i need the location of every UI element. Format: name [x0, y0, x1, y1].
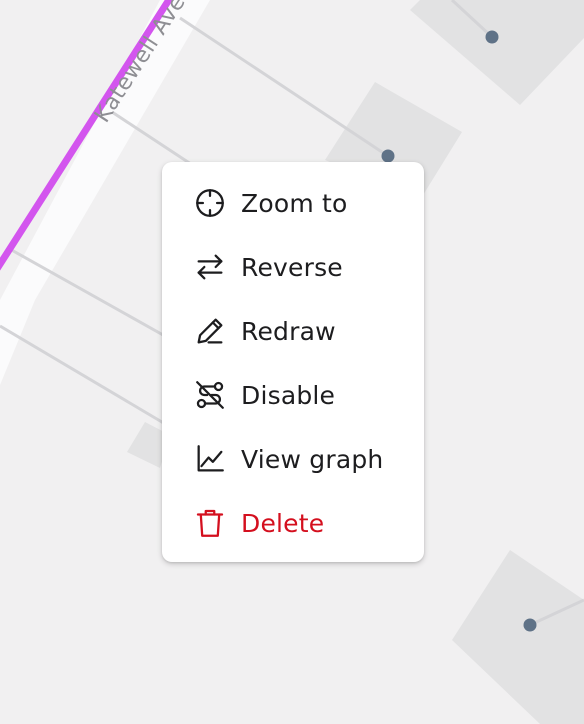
menu-item-label: Redraw	[241, 316, 336, 346]
menu-item-label: Zoom to	[241, 188, 348, 218]
map-node[interactable]	[523, 618, 537, 632]
connection-line	[0, 324, 173, 430]
menu-item-view-graph[interactable]: View graph	[162, 427, 424, 491]
menu-item-disable[interactable]: Disable	[162, 363, 424, 427]
menu-item-label: Disable	[241, 380, 336, 410]
menu-item-label: View graph	[241, 444, 384, 474]
building	[452, 550, 584, 724]
map-canvas[interactable]: Katewell Ave Zoom to Reverse Redraw Disa…	[0, 0, 584, 724]
line-chart-icon	[193, 442, 227, 476]
building	[410, 0, 584, 105]
menu-item-delete[interactable]: Delete	[162, 491, 424, 555]
map-node[interactable]	[485, 30, 499, 44]
map-node[interactable]	[381, 149, 395, 163]
menu-item-label: Delete	[241, 508, 325, 538]
context-menu: Zoom to Reverse Redraw Disable View grap…	[162, 162, 424, 562]
swap-arrows-icon	[193, 250, 227, 284]
crosshair-icon	[193, 186, 227, 220]
pencil-icon	[193, 314, 227, 348]
connection-line	[179, 16, 389, 158]
menu-item-reverse[interactable]: Reverse	[162, 235, 424, 299]
route-off-icon	[193, 378, 227, 412]
menu-item-label: Reverse	[241, 252, 343, 282]
menu-item-redraw[interactable]: Redraw	[162, 299, 424, 363]
menu-item-zoom-to[interactable]: Zoom to	[162, 171, 424, 235]
trash-icon	[193, 506, 227, 540]
